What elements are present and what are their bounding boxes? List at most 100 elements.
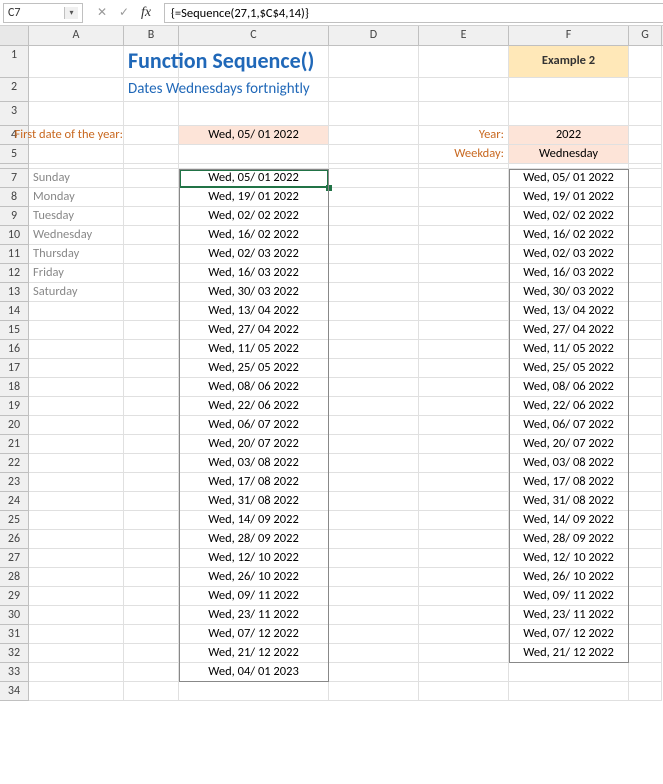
weekday-value[interactable]: Wednesday (509, 145, 629, 164)
weekday-cell[interactable] (29, 568, 124, 587)
row-head[interactable]: 15 (0, 321, 29, 340)
cell[interactable] (419, 102, 509, 126)
cell[interactable] (124, 682, 179, 701)
cell[interactable] (329, 587, 419, 606)
example-badge[interactable]: Example 2 (509, 46, 629, 78)
row-head[interactable]: 13 (0, 283, 29, 302)
weekday-cell[interactable] (29, 549, 124, 568)
cell[interactable] (329, 549, 419, 568)
cell[interactable] (629, 663, 662, 682)
cell[interactable] (124, 454, 179, 473)
date-cell-c[interactable]: Wed, 02/ 03 2022 (179, 245, 329, 264)
cell[interactable] (329, 416, 419, 435)
cell[interactable] (179, 102, 329, 126)
cell[interactable] (419, 530, 509, 549)
cell[interactable] (329, 359, 419, 378)
cell[interactable] (629, 359, 662, 378)
cell[interactable] (419, 587, 509, 606)
cell[interactable] (329, 46, 419, 78)
cell[interactable] (419, 378, 509, 397)
first-date-label[interactable]: First date of the year: (29, 126, 124, 145)
row-head[interactable]: 23 (0, 473, 29, 492)
cell[interactable] (329, 226, 419, 245)
row-head[interactable]: 8 (0, 188, 29, 207)
cell[interactable] (419, 644, 509, 663)
cell[interactable] (329, 663, 419, 682)
date-cell-f[interactable]: Wed, 16/ 02 2022 (509, 226, 629, 245)
date-cell-f[interactable]: Wed, 26/ 10 2022 (509, 568, 629, 587)
weekday-cell[interactable] (29, 625, 124, 644)
cell[interactable] (124, 511, 179, 530)
cell[interactable] (124, 644, 179, 663)
cell[interactable] (329, 473, 419, 492)
cell[interactable] (629, 245, 662, 264)
cell[interactable] (124, 302, 179, 321)
cell[interactable] (29, 46, 124, 78)
cell[interactable] (629, 549, 662, 568)
date-cell-c[interactable]: Wed, 31/ 08 2022 (179, 492, 329, 511)
date-cell-f[interactable]: Wed, 03/ 08 2022 (509, 454, 629, 473)
cell[interactable] (329, 530, 419, 549)
cell[interactable] (629, 587, 662, 606)
cell[interactable] (419, 245, 509, 264)
col-head-b[interactable]: B (124, 26, 179, 45)
cell[interactable] (124, 625, 179, 644)
cell[interactable] (629, 454, 662, 473)
cell[interactable] (629, 625, 662, 644)
cell[interactable] (124, 663, 179, 682)
date-cell-f[interactable]: Wed, 02/ 02 2022 (509, 207, 629, 226)
cell[interactable]: Dates Wednesdays fortnightly (124, 78, 179, 102)
col-head-c[interactable]: C (179, 26, 329, 45)
row-head[interactable]: 26 (0, 530, 29, 549)
cell[interactable] (329, 682, 419, 701)
date-cell-f[interactable]: Wed, 05/ 01 2022 (509, 169, 629, 188)
date-cell-f[interactable]: Wed, 28/ 09 2022 (509, 530, 629, 549)
weekday-cell[interactable] (29, 511, 124, 530)
cell[interactable] (124, 283, 179, 302)
row-head[interactable]: 22 (0, 454, 29, 473)
cell[interactable] (419, 492, 509, 511)
cell[interactable] (29, 682, 124, 701)
date-cell-f[interactable]: Wed, 21/ 12 2022 (509, 644, 629, 663)
row-head[interactable]: 1 (0, 46, 29, 78)
cell[interactable] (329, 264, 419, 283)
cell[interactable] (419, 568, 509, 587)
cell[interactable] (179, 78, 329, 102)
date-cell-c[interactable]: Wed, 02/ 02 2022 (179, 207, 329, 226)
cell[interactable] (419, 207, 509, 226)
cell[interactable] (124, 126, 179, 145)
cell[interactable] (329, 302, 419, 321)
weekday-cell[interactable] (29, 473, 124, 492)
col-head-f[interactable]: F (509, 26, 629, 45)
date-cell-c[interactable]: Wed, 20/ 07 2022 (179, 435, 329, 454)
cell[interactable] (124, 587, 179, 606)
date-cell-f[interactable]: Wed, 08/ 06 2022 (509, 378, 629, 397)
cell[interactable] (329, 625, 419, 644)
row-head[interactable]: 3 (0, 102, 29, 126)
cell[interactable] (124, 549, 179, 568)
cell[interactable] (629, 416, 662, 435)
cell[interactable] (329, 511, 419, 530)
cell[interactable] (329, 245, 419, 264)
cell[interactable] (329, 435, 419, 454)
cell[interactable] (124, 245, 179, 264)
cell[interactable] (629, 644, 662, 663)
date-cell-f[interactable]: Wed, 16/ 03 2022 (509, 264, 629, 283)
date-cell-f[interactable]: Wed, 27/ 04 2022 (509, 321, 629, 340)
cell[interactable] (329, 169, 419, 188)
cell[interactable] (419, 397, 509, 416)
cell[interactable] (629, 397, 662, 416)
cell[interactable] (124, 435, 179, 454)
cell[interactable] (419, 473, 509, 492)
cell[interactable] (419, 435, 509, 454)
row-head[interactable]: 21 (0, 435, 29, 454)
cell[interactable] (124, 226, 179, 245)
date-cell-f[interactable]: Wed, 17/ 08 2022 (509, 473, 629, 492)
cell[interactable] (629, 46, 662, 78)
date-cell-c[interactable]: Wed, 27/ 04 2022 (179, 321, 329, 340)
cell[interactable] (419, 283, 509, 302)
date-cell-c[interactable]: Wed, 25/ 05 2022 (179, 359, 329, 378)
cell[interactable] (629, 169, 662, 188)
cell[interactable] (124, 416, 179, 435)
cell[interactable]: Function Sequence() (124, 46, 179, 78)
